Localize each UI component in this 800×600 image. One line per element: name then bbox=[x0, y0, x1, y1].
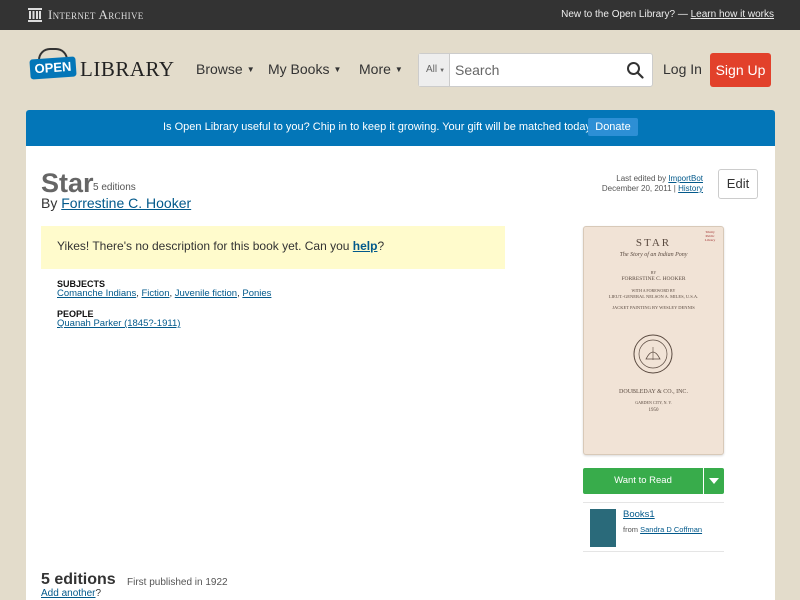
reading-log-dropdown[interactable] bbox=[704, 468, 724, 494]
subject-link[interactable]: Ponies bbox=[242, 288, 271, 299]
donate-banner: Is Open Library useful to you? Chip in t… bbox=[26, 110, 775, 146]
publisher-emblem-icon bbox=[633, 334, 673, 374]
people-list: Quanah Parker (1845?-1911) bbox=[57, 318, 180, 329]
nav-browse[interactable]: Browse ▼ bbox=[196, 61, 255, 77]
add-another-link[interactable]: Add another bbox=[41, 588, 96, 599]
caret-down-icon: ▼ bbox=[246, 65, 255, 74]
list-owner-link[interactable]: Sandra D Coffman bbox=[640, 525, 702, 534]
help-link[interactable]: help bbox=[353, 239, 378, 253]
last-edited-date: December 20, 2011 bbox=[601, 184, 672, 193]
logo-open-sign: OPEN bbox=[29, 56, 77, 80]
caret-down-icon: ▼ bbox=[439, 68, 446, 74]
cover-foreword-1: WITH A FOREWORD BY bbox=[631, 288, 676, 293]
search-scope-select[interactable]: All ▼ bbox=[419, 54, 450, 86]
nav-my-books-label: My Books bbox=[268, 61, 330, 77]
list-cover-thumbnail[interactable] bbox=[590, 509, 616, 547]
subject-link[interactable]: Fiction bbox=[142, 288, 170, 299]
last-edited-by-link[interactable]: ImportBot bbox=[668, 174, 703, 183]
list-item: Books1 from Sandra D Coffman bbox=[583, 502, 724, 552]
learn-how-link[interactable]: Learn how it works bbox=[691, 9, 774, 20]
person-link[interactable]: Quanah Parker (1845?-1911) bbox=[57, 318, 180, 329]
search-box: All ▼ bbox=[418, 53, 653, 87]
nav-my-books[interactable]: My Books ▼ bbox=[268, 61, 341, 77]
add-another-suffix: ? bbox=[95, 588, 102, 599]
search-icon[interactable] bbox=[626, 61, 644, 79]
new-to-ol-notice: New to the Open Library? — Learn how it … bbox=[561, 9, 774, 20]
editions-heading: 5 editions bbox=[41, 571, 116, 588]
open-library-logo[interactable]: OPEN LIBRARY bbox=[28, 46, 174, 88]
dash: — bbox=[677, 9, 688, 20]
subject-link[interactable]: Juvenile fiction bbox=[175, 288, 237, 299]
list-name-link[interactable]: Books1 bbox=[623, 509, 655, 520]
cover-title: STAR bbox=[635, 237, 672, 249]
cover-foreword-2: LIEUT.-GENERAL NELSON A. MILES, U.S.A. bbox=[608, 294, 699, 299]
login-link[interactable]: Log In bbox=[663, 61, 702, 77]
logo-library-text: LIBRARY bbox=[80, 57, 175, 81]
list-owner-line: from Sandra D Coffman bbox=[623, 525, 702, 534]
internet-archive-logo-text: Internet Archive bbox=[48, 7, 144, 22]
author-link[interactable]: Forrestine C. Hooker bbox=[61, 195, 191, 211]
separator: | bbox=[673, 184, 676, 193]
cover-publisher: DOUBLEDAY & CO., INC. bbox=[619, 389, 688, 395]
first-published: First published in 1922 bbox=[127, 577, 228, 588]
cover-by: BY bbox=[650, 270, 657, 275]
edit-button[interactable]: Edit bbox=[718, 169, 758, 199]
cover-year: 1950 bbox=[648, 408, 659, 413]
search-scope-label: All bbox=[426, 64, 438, 75]
cover-author: FORRESTINE C. HOOKER bbox=[621, 276, 686, 282]
subject-link[interactable]: Comanche Indians bbox=[57, 288, 136, 299]
add-another-line: Add another? bbox=[41, 588, 101, 599]
new-to-ol-text: New to the Open Library? bbox=[561, 9, 676, 20]
main-content: Is Open Library useful to you? Chip in t… bbox=[26, 110, 775, 600]
want-to-read-button[interactable]: Want to Read bbox=[583, 468, 703, 494]
last-edited-info: Last edited by ImportBot December 20, 20… bbox=[602, 174, 703, 194]
by-prefix: By bbox=[41, 195, 58, 211]
nav-browse-label: Browse bbox=[196, 61, 243, 77]
caret-down-icon: ▼ bbox=[333, 65, 342, 74]
internet-archive-logo[interactable]: Internet Archive bbox=[28, 7, 144, 23]
no-description-end: ? bbox=[377, 239, 385, 253]
book-cover[interactable]: Trinity Public Library STAR The Story of… bbox=[583, 226, 724, 455]
donate-text: Is Open Library useful to you? Chip in t… bbox=[163, 121, 595, 133]
history-link[interactable]: History bbox=[678, 184, 703, 193]
no-description-notice: Yikes! There's no description for this b… bbox=[41, 226, 505, 269]
cover-jacket: JACKET PAINTING BY WESLEY DENNIS bbox=[612, 305, 695, 310]
no-description-text: Yikes! There's no description for this b… bbox=[57, 239, 350, 253]
cover-city: GARDEN CITY, N. Y. bbox=[635, 400, 672, 405]
search-input[interactable] bbox=[455, 54, 615, 86]
editions-count: 5 editions bbox=[93, 182, 136, 193]
donate-button[interactable]: Donate bbox=[588, 118, 638, 136]
cover-subtitle: The Story of an Indian Pony bbox=[619, 252, 688, 258]
nav-more-label: More bbox=[359, 61, 391, 77]
list-from-prefix: from bbox=[623, 525, 638, 534]
by-line: By Forrestine C. Hooker bbox=[41, 195, 191, 211]
internet-archive-bar: Internet Archive New to the Open Library… bbox=[0, 0, 800, 30]
last-edited-prefix: Last edited by bbox=[616, 174, 667, 183]
signup-button[interactable]: Sign Up bbox=[710, 53, 771, 87]
caret-down-icon: ▼ bbox=[394, 65, 403, 74]
subjects-list: Comanche Indians, Fiction, Juvenile fict… bbox=[57, 288, 272, 299]
nav-more[interactable]: More ▼ bbox=[359, 61, 403, 77]
archive-building-icon bbox=[28, 8, 42, 22]
